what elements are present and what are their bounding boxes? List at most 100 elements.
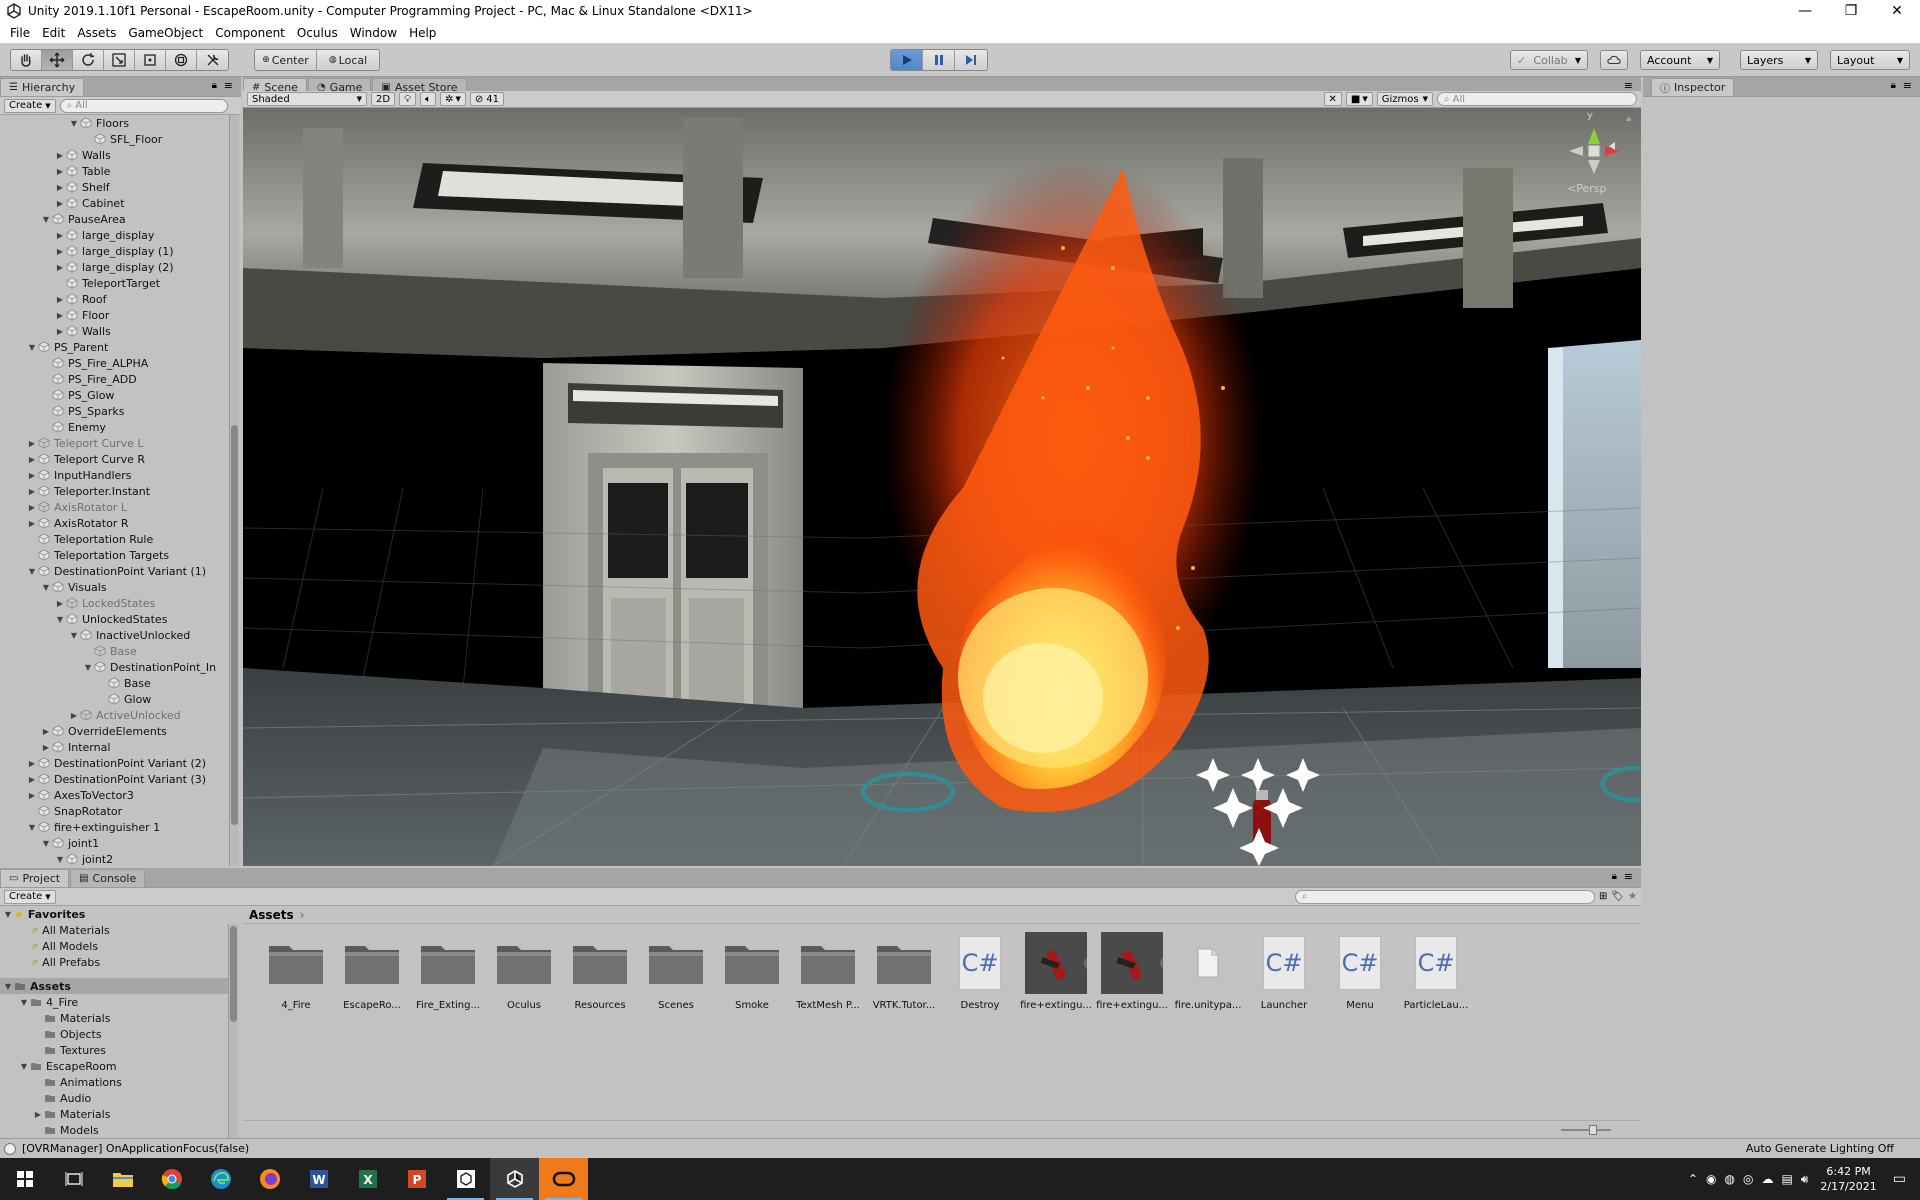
taskbar-file-explorer[interactable] [98, 1158, 147, 1200]
chevron-right-icon[interactable]: ▶ [54, 199, 66, 208]
project-tree-scrollbar[interactable] [228, 924, 238, 1138]
collab-dropdown[interactable]: ✓ Collab ▼ [1510, 50, 1588, 70]
hierarchy-item[interactable]: ▶ DestinationPoint Variant (3) [0, 771, 228, 787]
project-create-dropdown[interactable]: Create ▼ [4, 889, 56, 904]
chevron-right-icon[interactable]: ▶ [54, 599, 66, 608]
hierarchy-scrollbar[interactable] [229, 115, 239, 866]
project-folder-item[interactable]: Models [0, 1122, 228, 1138]
lock-icon[interactable]: 🔒︎ [212, 80, 217, 91]
layers-dropdown[interactable]: Layers ▼ [1740, 50, 1818, 70]
menu-gameobject[interactable]: GameObject [122, 26, 209, 40]
hierarchy-item[interactable]: ▶ Teleport Curve R [0, 451, 228, 467]
project-folder-item[interactable]: Objects [0, 1026, 228, 1042]
menu-component[interactable]: Component [209, 26, 291, 40]
hierarchy-item[interactable]: ▶ Walls [0, 323, 228, 339]
tray-app-icon[interactable]: ◉ [1706, 1172, 1716, 1187]
scale-tool-button[interactable] [104, 50, 135, 70]
network-icon[interactable]: ▤ [1781, 1172, 1792, 1187]
chevron-right-icon[interactable]: ▶ [54, 247, 66, 256]
chevron-right-icon[interactable]: ▶ [26, 775, 38, 784]
notification-icon[interactable]: ▭ [1893, 1171, 1906, 1187]
hierarchy-item[interactable]: ▼ DestinationPoint_In [0, 659, 228, 675]
tab-project[interactable]: ▭ Project [0, 869, 70, 887]
project-folder-item[interactable]: Animations [0, 1074, 228, 1090]
move-tool-button[interactable] [42, 50, 73, 70]
chevron-right-icon[interactable]: ▶ [54, 263, 66, 272]
panel-menu-icon[interactable]: ≡ [224, 79, 233, 92]
step-button[interactable] [955, 50, 987, 70]
chevron-down-icon[interactable]: ▼ [26, 823, 38, 832]
hand-tool-button[interactable] [11, 50, 42, 70]
project-folder-item[interactable]: ▶ Materials [0, 1106, 228, 1122]
chevron-right-icon[interactable]: ▶ [26, 487, 38, 496]
hierarchy-item[interactable]: ▶ Cabinet [0, 195, 228, 211]
hierarchy-item[interactable]: SFL_Floor [0, 131, 228, 147]
label-icon[interactable]: 🏷︎ [1611, 891, 1624, 902]
hierarchy-item[interactable]: ▶ OverrideElements [0, 723, 228, 739]
project-folder-item[interactable]: Audio [0, 1090, 228, 1106]
asset-item[interactable]: EscapeRo... [334, 932, 410, 1011]
asset-item[interactable]: fire+extingu... [1018, 932, 1094, 1011]
favorite-item[interactable]: ⌕ All Prefabs [0, 954, 228, 970]
project-folder-item[interactable]: ▼ EscapeRoom [0, 1058, 228, 1074]
hierarchy-item[interactable]: ▼ DestinationPoint Variant (1) [0, 563, 228, 579]
chevron-right-icon[interactable]: ▶ [54, 295, 66, 304]
hierarchy-item[interactable]: ▼ fire+extinguisher 1 [0, 819, 228, 835]
hierarchy-item[interactable]: ▼ UnlockedStates [0, 611, 228, 627]
favorites-header[interactable]: ▼ ★ Favorites [0, 906, 228, 922]
menu-window[interactable]: Window [344, 26, 403, 40]
hierarchy-item[interactable]: ▶ Floor [0, 307, 228, 323]
start-button[interactable] [0, 1158, 49, 1200]
chevron-down-icon[interactable]: ▼ [40, 839, 52, 848]
tray-app-icon-2[interactable]: ◍ [1724, 1172, 1734, 1187]
chevron-right-icon[interactable]: ▶ [26, 519, 38, 528]
layout-dropdown[interactable]: Layout ▼ [1830, 50, 1910, 70]
project-folder-item[interactable]: ▼ 4_Fire [0, 994, 228, 1010]
tab-inspector[interactable]: ⓘ Inspector [1651, 78, 1735, 96]
shading-mode-dropdown[interactable]: Shaded ▼ [247, 92, 367, 106]
menu-help[interactable]: Help [403, 26, 442, 40]
hierarchy-item[interactable]: ▼ joint1 [0, 835, 228, 851]
lock-icon[interactable]: 🔒︎ [1612, 871, 1617, 882]
hierarchy-item[interactable]: PS_Glow [0, 387, 228, 403]
scene-search-input[interactable]: ⌕ All [1437, 92, 1637, 106]
hierarchy-create-dropdown[interactable]: Create ▼ [4, 98, 56, 113]
chevron-right-icon[interactable]: ▶ [26, 503, 38, 512]
hidden-objects-toggle[interactable]: ⊘ 41 [469, 92, 504, 106]
taskbar-oculus[interactable] [539, 1158, 588, 1200]
panel-menu-icon[interactable]: ≡ [1903, 79, 1912, 92]
play-button[interactable] [891, 50, 923, 70]
hierarchy-item[interactable]: ▼ joint2 [0, 851, 228, 866]
toggle-2d-button[interactable]: 2D [371, 92, 396, 106]
hierarchy-item[interactable]: ▼ Floors [0, 115, 228, 131]
star-icon[interactable]: ★ [1628, 891, 1637, 902]
tray-arrow-icon[interactable]: ⌃ [1688, 1172, 1698, 1187]
lock-icon[interactable]: 🔒︎ [1626, 114, 1631, 124]
taskbar-chrome[interactable] [147, 1158, 196, 1200]
lock-icon[interactable]: 🔒︎ [1891, 80, 1896, 91]
rect-tool-button[interactable] [135, 50, 166, 70]
chevron-down-icon[interactable]: ▼ [54, 615, 66, 624]
chevron-right-icon[interactable]: ▶ [54, 167, 66, 176]
scene-tools-button[interactable]: ✕ [1323, 92, 1342, 106]
chevron-right-icon[interactable]: ▶ [26, 759, 38, 768]
chevron-right-icon[interactable]: ▶ [26, 439, 38, 448]
clock[interactable]: 6:42 PM 2/17/2021 [1820, 1164, 1876, 1194]
tray-app-icon-3[interactable]: ◎ [1743, 1172, 1753, 1187]
asset-item[interactable]: Smoke [714, 932, 790, 1011]
asset-item[interactable]: Fire_Exting... [410, 932, 486, 1011]
hierarchy-item[interactable]: SnapRotator [0, 803, 228, 819]
asset-item[interactable]: C# Destroy [942, 932, 1018, 1011]
hierarchy-item[interactable]: ▶ AxesToVector3 [0, 787, 228, 803]
close-button[interactable]: ✕ [1874, 0, 1920, 22]
hierarchy-item[interactable]: PS_Fire_ADD [0, 371, 228, 387]
chevron-down-icon[interactable]: ▼ [18, 1062, 30, 1071]
asset-item[interactable]: C# Launcher [1246, 932, 1322, 1011]
hierarchy-item[interactable]: ▶ Teleport Curve L [0, 435, 228, 451]
project-folder-item[interactable]: Materials [0, 1010, 228, 1026]
slider-handle[interactable] [1589, 1125, 1597, 1135]
chevron-right-icon[interactable]: ▶ [54, 183, 66, 192]
chevron-right-icon[interactable]: ▶ [32, 1110, 44, 1119]
rotate-tool-button[interactable] [73, 50, 104, 70]
chevron-right-icon[interactable]: ▶ [54, 327, 66, 336]
